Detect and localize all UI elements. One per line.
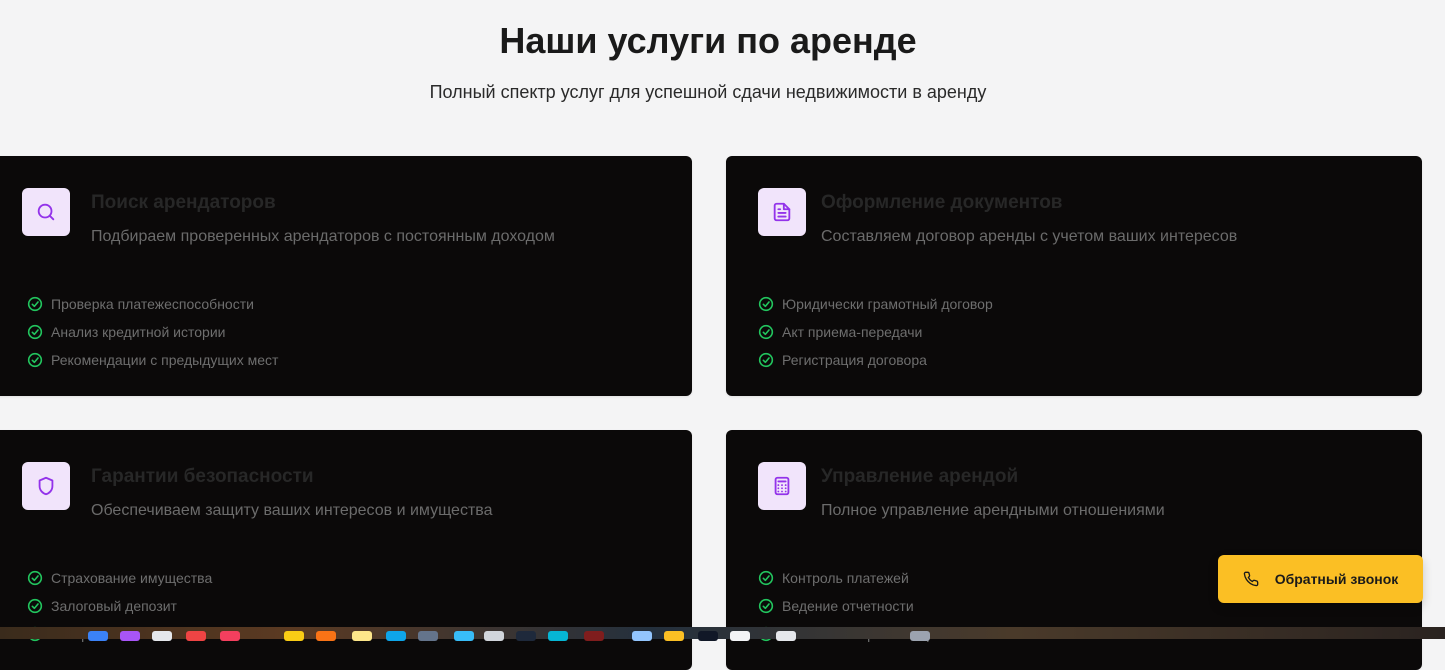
check-circle-icon: [758, 296, 774, 312]
feature-label: Залоговый депозит: [51, 598, 177, 614]
dock-app-icon[interactable]: [186, 631, 206, 641]
list-item: Ведение отчетности: [758, 592, 964, 620]
feature-label: Юридически грамотный договор: [782, 296, 993, 312]
check-circle-icon: [27, 598, 43, 614]
list-item: Анализ кредитной истории: [27, 318, 278, 346]
dock-app-icon[interactable]: [352, 631, 372, 641]
service-description: Подбираем проверенных арендаторов с пост…: [91, 228, 555, 245]
dock-app-icon[interactable]: [316, 631, 336, 641]
service-description: Обеспечиваем защиту ваших интересов и им…: [91, 502, 493, 519]
list-item: Страхование имущества: [27, 564, 239, 592]
feature-label: Регистрация договора: [782, 352, 927, 368]
feature-label: Контроль платежей: [782, 570, 909, 586]
dock-app-icon[interactable]: [220, 631, 240, 641]
dock-app-icon[interactable]: [910, 631, 930, 641]
feature-label: Ведение отчетности: [782, 598, 914, 614]
list-item: Проверка платежеспособности: [27, 290, 278, 318]
feature-label: Страхование имущества: [51, 570, 213, 586]
shield-icon: [22, 462, 70, 510]
check-circle-icon: [758, 352, 774, 368]
dock-app-icon[interactable]: [418, 631, 438, 641]
service-description: Полное управление арендными отношениями: [821, 502, 1165, 519]
dock-app-icon[interactable]: [516, 631, 536, 641]
dock-app-icon[interactable]: [632, 631, 652, 641]
dock-app-icon[interactable]: [776, 631, 796, 641]
service-card-tenant-search: Поиск арендаторов Подбираем проверенных …: [0, 156, 692, 396]
dock-app-icon[interactable]: [386, 631, 406, 641]
check-circle-icon: [27, 352, 43, 368]
dock-app-icon[interactable]: [698, 631, 718, 641]
list-item: Рекомендации с предыдущих мест: [27, 346, 278, 374]
dock-app-icon[interactable]: [584, 631, 604, 641]
dock-app-icon[interactable]: [284, 631, 304, 641]
document-icon: [758, 188, 806, 236]
dock-app-icon[interactable]: [120, 631, 140, 641]
service-title: Поиск арендаторов: [91, 192, 276, 213]
dock-app-icon[interactable]: [88, 631, 108, 641]
feature-label: Проверка платежеспособности: [51, 296, 254, 312]
check-circle-icon: [758, 598, 774, 614]
feature-list: Проверка платежеспособности Анализ креди…: [27, 290, 278, 374]
dock-app-icon[interactable]: [484, 631, 504, 641]
check-circle-icon: [758, 570, 774, 586]
feature-label: Анализ кредитной истории: [51, 324, 226, 340]
callback-label: Обратный звонок: [1274, 571, 1399, 587]
check-circle-icon: [27, 296, 43, 312]
check-circle-icon: [27, 324, 43, 340]
service-title: Управление арендой: [821, 466, 1019, 487]
feature-label: Рекомендации с предыдущих мест: [51, 352, 279, 368]
list-item: Регистрация договора: [758, 346, 993, 374]
dock-app-icon[interactable]: [152, 631, 172, 641]
search-icon: [22, 188, 70, 236]
list-item: Акт приема-передачи: [758, 318, 993, 346]
page-title: Наши услуги по аренде: [499, 20, 917, 61]
list-item: Контроль платежей: [758, 564, 964, 592]
service-title: Гарантии безопасности: [91, 466, 314, 487]
list-item: Юридически грамотный договор: [758, 290, 993, 318]
service-card-documents: Оформление документов Составляем договор…: [726, 156, 1422, 396]
feature-label: Акт приема-передачи: [782, 324, 923, 340]
dock-app-icon[interactable]: [730, 631, 750, 641]
check-circle-icon: [758, 324, 774, 340]
service-description: Составляем договор аренды с учетом ваших…: [821, 228, 1238, 245]
dock-app-icon[interactable]: [454, 631, 474, 641]
dock-app-icon[interactable]: [548, 631, 568, 641]
dock-app-icon[interactable]: [664, 631, 684, 641]
feature-list: Юридически грамотный договор Акт приема-…: [758, 290, 993, 374]
os-dock: [0, 627, 1445, 641]
check-circle-icon: [27, 570, 43, 586]
page-subtitle: Полный спектр услуг для успешной сдачи н…: [429, 82, 987, 102]
calculator-icon: [758, 462, 806, 510]
list-item: Залоговый депозит: [27, 592, 239, 620]
callback-button[interactable]: Обратный звонок: [1218, 555, 1423, 603]
service-title: Оформление документов: [821, 192, 1063, 213]
phone-icon: [1243, 571, 1259, 587]
